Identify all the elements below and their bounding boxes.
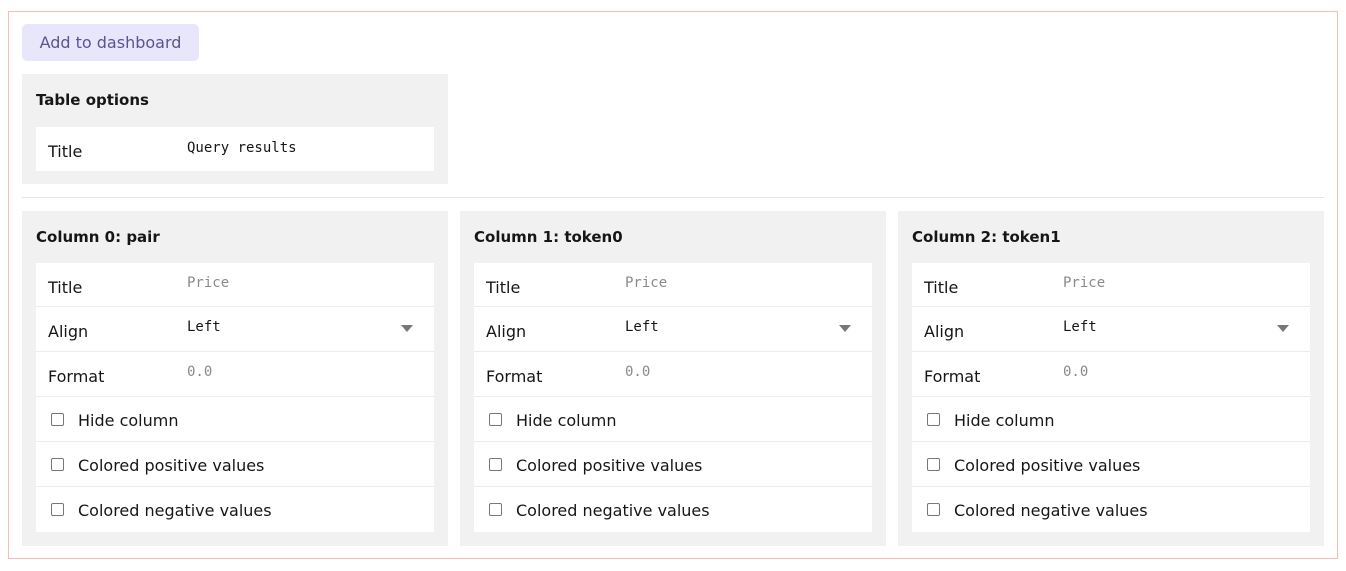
- colored-negative-checkbox[interactable]: [51, 503, 64, 516]
- table-options-panel: Table options Title Query results: [22, 74, 448, 184]
- column-title-input[interactable]: Price: [187, 275, 229, 291]
- colored-positive-checkbox[interactable]: [51, 458, 64, 471]
- format-input[interactable]: 0.0: [625, 364, 650, 380]
- colored-positive-label[interactable]: Colored positive values: [954, 456, 1140, 475]
- colored-negative-label[interactable]: Colored negative values: [954, 501, 1148, 520]
- table-options-fields: Title Query results: [36, 127, 434, 171]
- column-fields: Title Price Align Left Format 0.0 Hide c…: [474, 263, 872, 532]
- title-row: Title Query results: [36, 127, 434, 171]
- colored-negative-label[interactable]: Colored negative values: [78, 501, 272, 520]
- title-row: Title Price: [912, 263, 1310, 307]
- align-row[interactable]: Align Left: [36, 307, 434, 352]
- title-label: Title: [48, 278, 83, 297]
- title-row: Title Price: [474, 263, 872, 307]
- divider: [22, 197, 1324, 198]
- column-heading: Column 0: pair: [36, 228, 160, 246]
- column-fields: Title Price Align Left Format 0.0 Hide c…: [36, 263, 434, 532]
- add-to-dashboard-button[interactable]: Add to dashboard: [22, 24, 199, 61]
- format-label: Format: [924, 367, 981, 386]
- format-label: Format: [486, 367, 543, 386]
- hide-column-label[interactable]: Hide column: [954, 411, 1054, 430]
- format-label: Format: [48, 367, 105, 386]
- dropdown-arrow-icon[interactable]: [1277, 325, 1289, 332]
- align-label: Align: [924, 322, 965, 341]
- colored-negative-row[interactable]: Colored negative values: [474, 487, 872, 532]
- align-label: Align: [48, 322, 89, 341]
- column-panel: Column 0: pair Title Price Align Left Fo…: [22, 211, 448, 546]
- title-label: Title: [486, 278, 521, 297]
- title-row: Title Price: [36, 263, 434, 307]
- colored-positive-checkbox[interactable]: [927, 458, 940, 471]
- panel-title: Table options: [36, 91, 149, 109]
- column-heading: Column 2: token1: [912, 228, 1061, 246]
- hide-column-label[interactable]: Hide column: [516, 411, 616, 430]
- align-row[interactable]: Align Left: [912, 307, 1310, 352]
- hide-column-checkbox[interactable]: [927, 413, 940, 426]
- column-title-input[interactable]: Price: [625, 275, 667, 291]
- colored-positive-label[interactable]: Colored positive values: [78, 456, 264, 475]
- hide-column-label[interactable]: Hide column: [78, 411, 178, 430]
- colored-negative-checkbox[interactable]: [927, 503, 940, 516]
- format-row: Format 0.0: [912, 352, 1310, 397]
- format-input[interactable]: 0.0: [1063, 364, 1088, 380]
- colored-positive-row[interactable]: Colored positive values: [36, 442, 434, 487]
- align-select[interactable]: Left: [1063, 319, 1097, 335]
- colored-negative-row[interactable]: Colored negative values: [36, 487, 434, 532]
- align-label: Align: [486, 322, 527, 341]
- align-select[interactable]: Left: [187, 319, 221, 335]
- column-panel: Column 2: token1 Title Price Align Left …: [898, 211, 1324, 546]
- colored-positive-row[interactable]: Colored positive values: [912, 442, 1310, 487]
- hide-column-row[interactable]: Hide column: [912, 397, 1310, 442]
- format-row: Format 0.0: [36, 352, 434, 397]
- colored-negative-label[interactable]: Colored negative values: [516, 501, 710, 520]
- colored-negative-row[interactable]: Colored negative values: [912, 487, 1310, 532]
- dropdown-arrow-icon[interactable]: [401, 325, 413, 332]
- colored-negative-checkbox[interactable]: [489, 503, 502, 516]
- dropdown-arrow-icon[interactable]: [839, 325, 851, 332]
- hide-column-checkbox[interactable]: [489, 413, 502, 426]
- colored-positive-checkbox[interactable]: [489, 458, 502, 471]
- column-title-input[interactable]: Price: [1063, 275, 1105, 291]
- format-row: Format 0.0: [474, 352, 872, 397]
- title-label: Title: [48, 142, 83, 161]
- column-fields: Title Price Align Left Format 0.0 Hide c…: [912, 263, 1310, 532]
- colored-positive-row[interactable]: Colored positive values: [474, 442, 872, 487]
- align-row[interactable]: Align Left: [474, 307, 872, 352]
- title-label: Title: [924, 278, 959, 297]
- hide-column-row[interactable]: Hide column: [474, 397, 872, 442]
- column-panel: Column 1: token0 Title Price Align Left …: [460, 211, 886, 546]
- column-heading: Column 1: token0: [474, 228, 623, 246]
- align-select[interactable]: Left: [625, 319, 659, 335]
- hide-column-row[interactable]: Hide column: [36, 397, 434, 442]
- colored-positive-label[interactable]: Colored positive values: [516, 456, 702, 475]
- hide-column-checkbox[interactable]: [51, 413, 64, 426]
- format-input[interactable]: 0.0: [187, 364, 212, 380]
- table-title-input[interactable]: Query results: [187, 140, 297, 156]
